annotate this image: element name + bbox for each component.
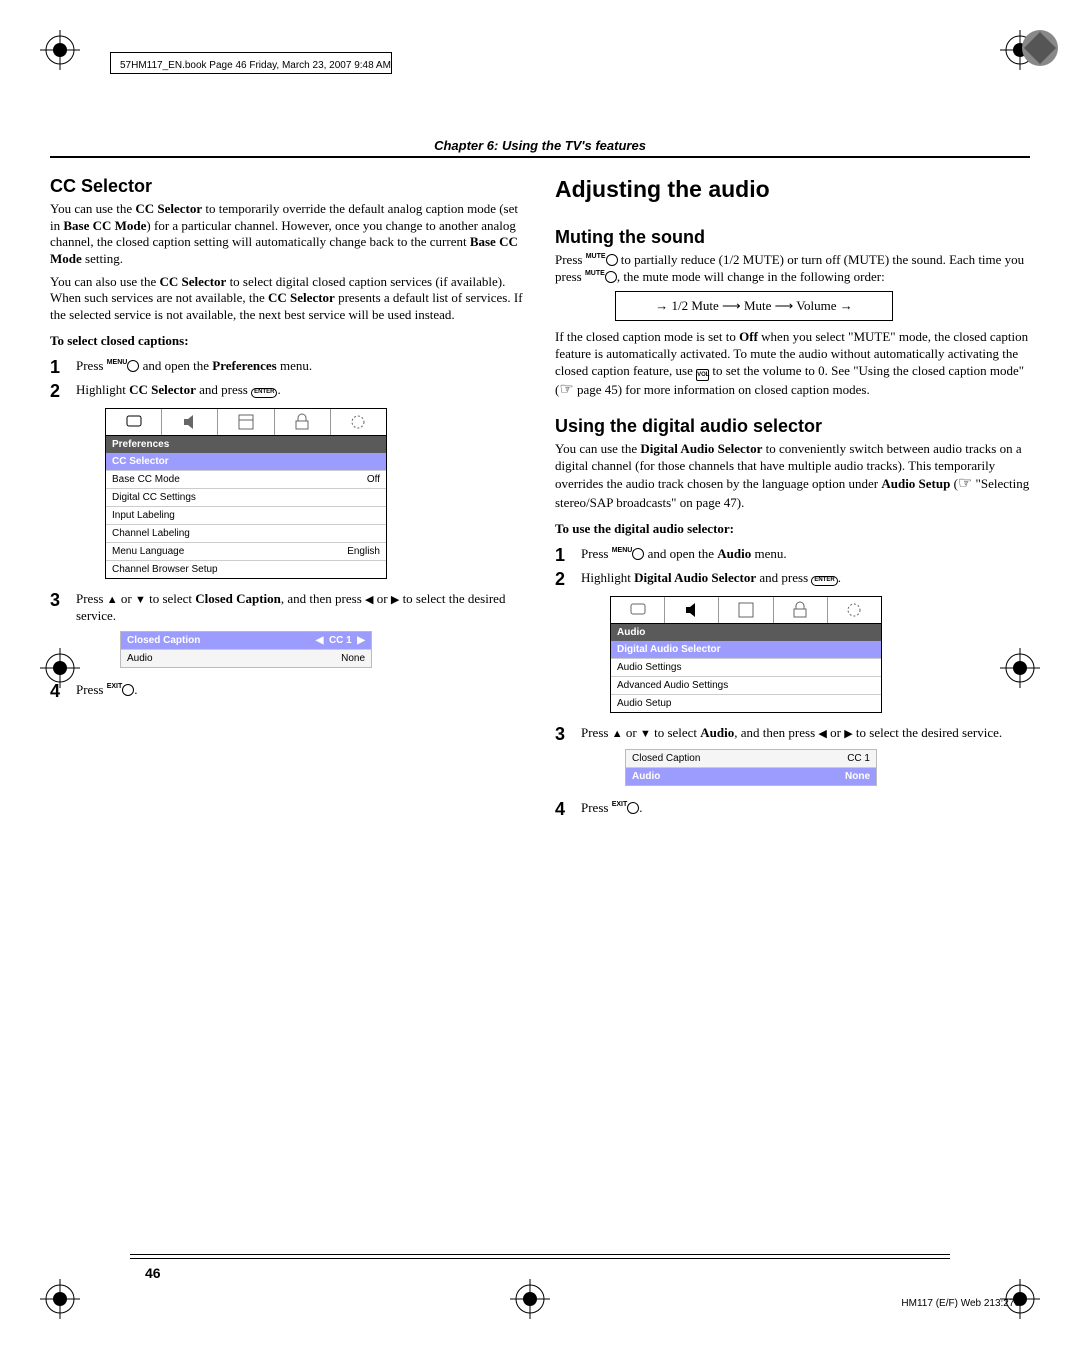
mute-cycle-diagram: → 1/2 Mute ⟶ Mute ⟶ Volume → — [615, 291, 893, 321]
to-use-digital-subhead: To use the digital audio selector: — [555, 521, 1030, 538]
menu-row: Audio Settings — [611, 658, 881, 676]
left-step-1: 1 Press MENU and open the Preferences me… — [50, 358, 525, 376]
enter-button-icon: ENTER — [251, 388, 277, 398]
left-arrow-icon: ◀ — [365, 594, 373, 606]
muting-sound-heading: Muting the sound — [555, 227, 1030, 248]
down-arrow-icon: ▼ — [640, 728, 651, 740]
speaker-icon — [683, 601, 701, 619]
digital-audio-para: You can use the Digital Audio Selector t… — [555, 441, 1030, 511]
menu-title: Preferences — [106, 436, 386, 453]
right-step-3: 3 Press ▲ or ▼ to select Audio, and then… — [555, 725, 1030, 743]
cc-selector-para2: You can also use the CC Selector to sele… — [50, 274, 525, 324]
tv-icon — [125, 413, 143, 431]
adjusting-audio-heading: Adjusting the audio — [555, 176, 1030, 203]
register-mark-top-left — [40, 30, 80, 70]
down-arrow-icon: ▼ — [135, 594, 146, 606]
left-step-4: 4 Press EXIT. — [50, 682, 525, 700]
mute-button-icon: MUTE — [586, 253, 606, 260]
tv-icon — [629, 601, 647, 619]
register-mark-mid-left — [40, 648, 80, 688]
gear-icon — [845, 601, 863, 619]
left-step-3: 3 Press ▲ or ▼ to select Closed Caption,… — [50, 591, 525, 625]
left-step-2: 2 Highlight CC Selector and press ENTER. — [50, 382, 525, 400]
menu-button-icon: MENU — [107, 359, 128, 366]
menu-button-icon: MENU — [612, 547, 633, 554]
register-diamond-top-right — [1016, 24, 1064, 72]
exit-button-icon: EXIT — [107, 683, 123, 690]
menu-row: Base CC ModeOff — [106, 470, 386, 488]
menu-row: Channel Browser Setup — [106, 560, 386, 578]
up-arrow-icon: ▲ — [612, 728, 623, 740]
menu-row: Channel Labeling — [106, 524, 386, 542]
pointer-icon: ☞ — [958, 475, 972, 492]
up-arrow-icon: ▲ — [107, 594, 118, 606]
menu-row: Input Labeling — [106, 506, 386, 524]
left-arrow-icon: ◀ — [818, 728, 826, 740]
audio-menu-screenshot: Audio Digital Audio Selector Audio Setti… — [610, 596, 882, 713]
lock-icon — [791, 601, 809, 619]
vol-button-icon: VOL — [696, 369, 709, 381]
menu-row: Audio Setup — [611, 694, 881, 712]
right-step-2: 2 Highlight Digital Audio Selector and p… — [555, 570, 1030, 588]
digital-audio-heading: Using the digital audio selector — [555, 416, 1030, 437]
cc-selector-heading: CC Selector — [50, 176, 525, 197]
register-mark-mid-right — [1000, 648, 1040, 688]
audio-option-bar: Closed CaptionCC 1 AudioNone — [625, 749, 877, 786]
page-bottom-rule — [130, 1254, 950, 1259]
register-mark-bottom-left — [40, 1279, 80, 1319]
mute-para2: If the closed caption mode is set to Off… — [555, 329, 1030, 400]
speaker-icon — [181, 413, 199, 431]
enter-button-icon: ENTER — [811, 576, 837, 586]
preferences-icon — [737, 601, 755, 619]
cc-option-bar: Closed Caption◀ CC 1 ▶ AudioNone — [120, 631, 372, 668]
menu-row: Menu LanguageEnglish — [106, 542, 386, 560]
menu-row: Advanced Audio Settings — [611, 676, 881, 694]
right-step-1: 1 Press MENU and open the Audio menu. — [555, 546, 1030, 564]
preferences-menu-screenshot: Preferences CC Selector Base CC ModeOff … — [105, 408, 387, 579]
menu-row: Digital CC Settings — [106, 488, 386, 506]
mute-para: Press MUTE to partially reduce (1/2 MUTE… — [555, 252, 1030, 285]
chapter-title: Chapter 6: Using the TV's features — [50, 138, 1030, 158]
page-number: 46 — [145, 1265, 161, 1281]
right-step-4: 4 Press EXIT. — [555, 800, 1030, 818]
right-arrow-icon: ▶ — [844, 728, 852, 740]
book-header-line: 57HM117_EN.book Page 46 Friday, March 23… — [120, 60, 391, 71]
footer-code: HM117 (E/F) Web 213:276 — [901, 1298, 1020, 1309]
preferences-icon — [237, 413, 255, 431]
pointer-icon: ☞ — [559, 381, 573, 398]
register-mark-bottom-center — [510, 1279, 550, 1319]
menu-title: Audio — [611, 624, 881, 641]
menu-selected-row: CC Selector — [106, 453, 386, 470]
cc-selector-para1: You can use the CC Selector to temporari… — [50, 201, 525, 268]
lock-icon — [293, 413, 311, 431]
to-select-subhead: To select closed captions: — [50, 333, 525, 350]
gear-icon — [349, 413, 367, 431]
menu-selected-row: Digital Audio Selector — [611, 641, 881, 658]
exit-button-icon: EXIT — [612, 801, 628, 808]
